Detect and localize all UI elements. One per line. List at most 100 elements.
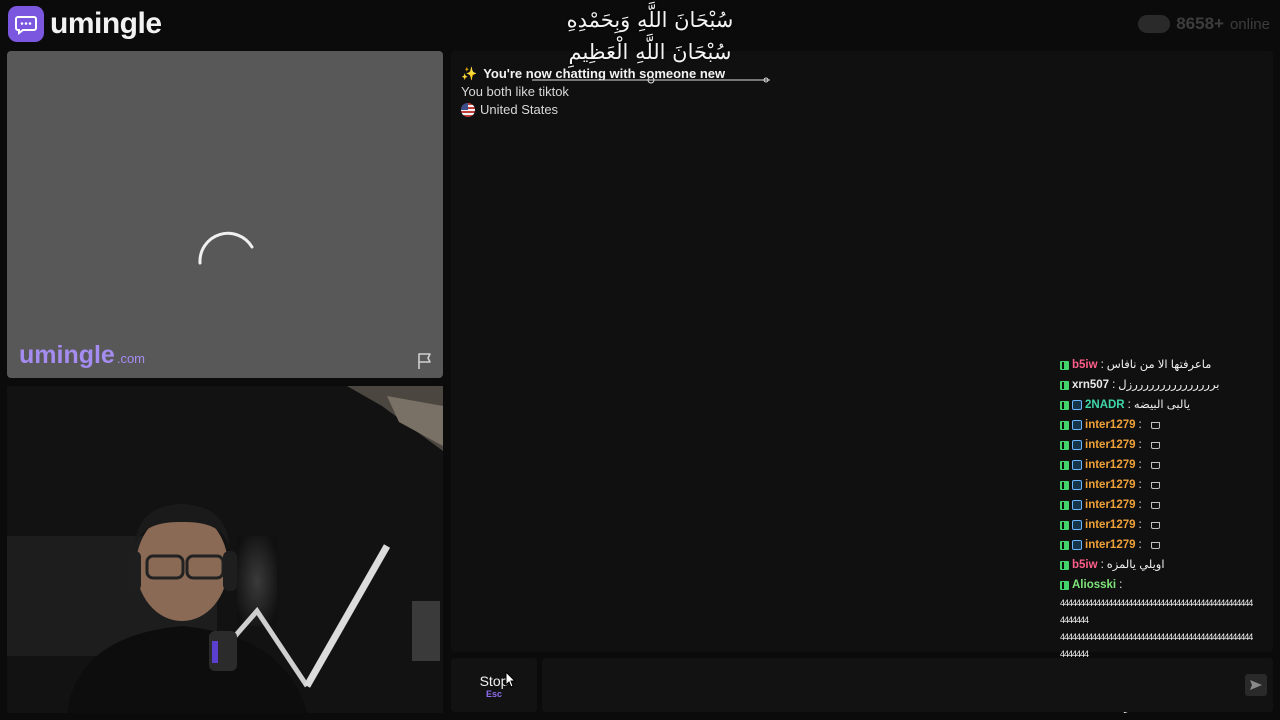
chat-username[interactable]: inter1279 xyxy=(1085,475,1136,495)
online-count: 8658+ xyxy=(1176,14,1224,33)
chat-separator: : xyxy=(1138,519,1142,531)
self-video-panel xyxy=(7,386,443,713)
coffee-emote-icon xyxy=(1150,481,1160,489)
stream-chat-message: inter1279 : xyxy=(1060,495,1278,515)
chat-message-text: اويلي يالمزه xyxy=(1106,559,1165,571)
kick-icon xyxy=(1060,580,1069,590)
kick-icon xyxy=(1060,360,1069,370)
coffee-emote-icon xyxy=(1150,461,1160,469)
coffee-emote-icon xyxy=(1150,521,1160,529)
stranger-video-panel: umingle .com xyxy=(7,51,443,378)
video-watermark: umingle .com xyxy=(19,341,145,370)
site-logo[interactable]: umingle xyxy=(8,6,162,42)
kick-icon xyxy=(1060,520,1069,530)
watermark-domain: .com xyxy=(116,351,146,366)
arabic-overlay: سُبْحَانَ اللَّهِ وَبِحَمْدِهِ سُبْحَانَ… xyxy=(530,4,770,68)
stream-chat-message: xrn507 : برررررررررررررررزل xyxy=(1060,375,1278,395)
coffee-emote-icon xyxy=(1150,541,1160,549)
coffee-emote-icon xyxy=(1150,421,1160,429)
chat-message-text: يالبى البيضه xyxy=(1133,399,1191,411)
stop-button[interactable]: Stop Esc xyxy=(451,658,537,712)
webcam-feed-image xyxy=(7,386,443,713)
chat-separator: : xyxy=(1138,419,1142,431)
send-button[interactable] xyxy=(1245,674,1267,696)
coffee-emote-icon xyxy=(1150,501,1160,509)
stop-shortcut-hint: Esc xyxy=(485,689,502,699)
spam-message-line: 4444444 xyxy=(1060,615,1089,625)
loading-spinner-icon xyxy=(198,231,254,265)
stream-chat-message: inter1279 : xyxy=(1060,435,1278,455)
chat-separator: : xyxy=(1100,359,1104,371)
overlay-line-2: سُبْحَانَ اللَّهِ الْعَظِيمِ xyxy=(568,40,732,64)
stop-label: Stop xyxy=(479,673,509,689)
chat-separator: : xyxy=(1138,539,1142,551)
country-line: United States xyxy=(461,101,725,119)
stream-chat-message: 2NADR : يالبى البيضه xyxy=(1060,395,1278,415)
chat-username[interactable]: Aliosski xyxy=(1072,575,1116,595)
online-label: online xyxy=(1229,15,1270,33)
subscriber-badge-icon xyxy=(1072,500,1082,510)
stream-chat-message: inter1279 : xyxy=(1060,535,1278,555)
send-icon xyxy=(1250,680,1262,690)
coffee-emote-icon xyxy=(1150,441,1160,449)
chat-username[interactable]: inter1279 xyxy=(1085,495,1136,515)
chat-username[interactable]: xrn507 xyxy=(1072,375,1109,395)
stream-chat-message: inter1279 : xyxy=(1060,415,1278,435)
subscriber-badge-icon xyxy=(1072,400,1082,410)
sparkles-icon: ✨ xyxy=(461,66,478,81)
chat-username[interactable]: inter1279 xyxy=(1085,415,1136,435)
chat-message-text: ماعرفتها الا من نافاس xyxy=(1106,359,1212,371)
chat-separator: : xyxy=(1138,459,1142,471)
chat-username[interactable]: inter1279 xyxy=(1085,535,1136,555)
subscriber-badge-icon xyxy=(1072,520,1082,530)
ornament-divider xyxy=(532,76,770,84)
chat-separator: : xyxy=(1119,579,1123,591)
kick-icon xyxy=(1060,480,1069,490)
chat-username[interactable]: b5iw xyxy=(1072,355,1098,375)
report-flag-icon[interactable] xyxy=(416,352,434,370)
chat-separator: : xyxy=(1100,559,1104,571)
chat-separator: : xyxy=(1127,399,1131,411)
chat-username[interactable]: inter1279 xyxy=(1085,435,1136,455)
subscriber-badge-icon xyxy=(1072,440,1082,450)
chat-username[interactable]: 2NADR xyxy=(1085,395,1125,415)
message-composer xyxy=(542,658,1273,712)
stream-chat-message: inter1279 : xyxy=(1060,515,1278,535)
spam-message-line: 4444444444444444444444444444444444444444… xyxy=(1060,598,1253,608)
country-text: United States xyxy=(480,102,559,117)
kick-icon xyxy=(1060,540,1069,550)
us-flag-icon xyxy=(461,103,475,117)
mouse-cursor-icon xyxy=(505,671,517,688)
kick-icon xyxy=(1060,500,1069,510)
logo-text: umingle xyxy=(50,7,162,40)
chat-bubble-icon xyxy=(8,6,44,42)
online-toggle[interactable] xyxy=(1138,15,1171,33)
chat-separator: : xyxy=(1138,479,1142,491)
kick-icon xyxy=(1060,420,1069,430)
stream-chat-message: b5iw : ماعرفتها الا من نافاس xyxy=(1060,355,1278,375)
chat-message-text: برررررررررررررررزل xyxy=(1118,379,1220,391)
overlay-line-1: سُبْحَانَ اللَّهِ وَبِحَمْدِهِ xyxy=(566,8,734,32)
chat-separator: : xyxy=(1138,439,1142,451)
kick-icon xyxy=(1060,440,1069,450)
subscriber-badge-icon xyxy=(1072,460,1082,470)
kick-icon xyxy=(1060,560,1069,570)
subscriber-badge-icon xyxy=(1072,480,1082,490)
stream-chat-message: inter1279 : xyxy=(1060,475,1278,495)
stream-chat-message: b5iw : اويلي يالمزه xyxy=(1060,555,1278,575)
chat-username[interactable]: b5iw xyxy=(1072,555,1098,575)
subscriber-badge-icon xyxy=(1072,420,1082,430)
chat-username[interactable]: inter1279 xyxy=(1085,515,1136,535)
online-indicator: 8658+ online xyxy=(1138,14,1270,34)
message-input[interactable] xyxy=(552,670,1032,700)
kick-icon xyxy=(1060,460,1069,470)
watermark-brand: umingle xyxy=(19,341,115,369)
stream-chat-message: Aliosski : xyxy=(1060,575,1278,595)
chat-separator: : xyxy=(1112,379,1116,391)
chat-separator: : xyxy=(1138,499,1142,511)
chat-username[interactable]: inter1279 xyxy=(1085,455,1136,475)
stream-chat-message: inter1279 : xyxy=(1060,455,1278,475)
kick-icon xyxy=(1060,380,1069,390)
subscriber-badge-icon xyxy=(1072,540,1082,550)
kick-icon xyxy=(1060,400,1069,410)
